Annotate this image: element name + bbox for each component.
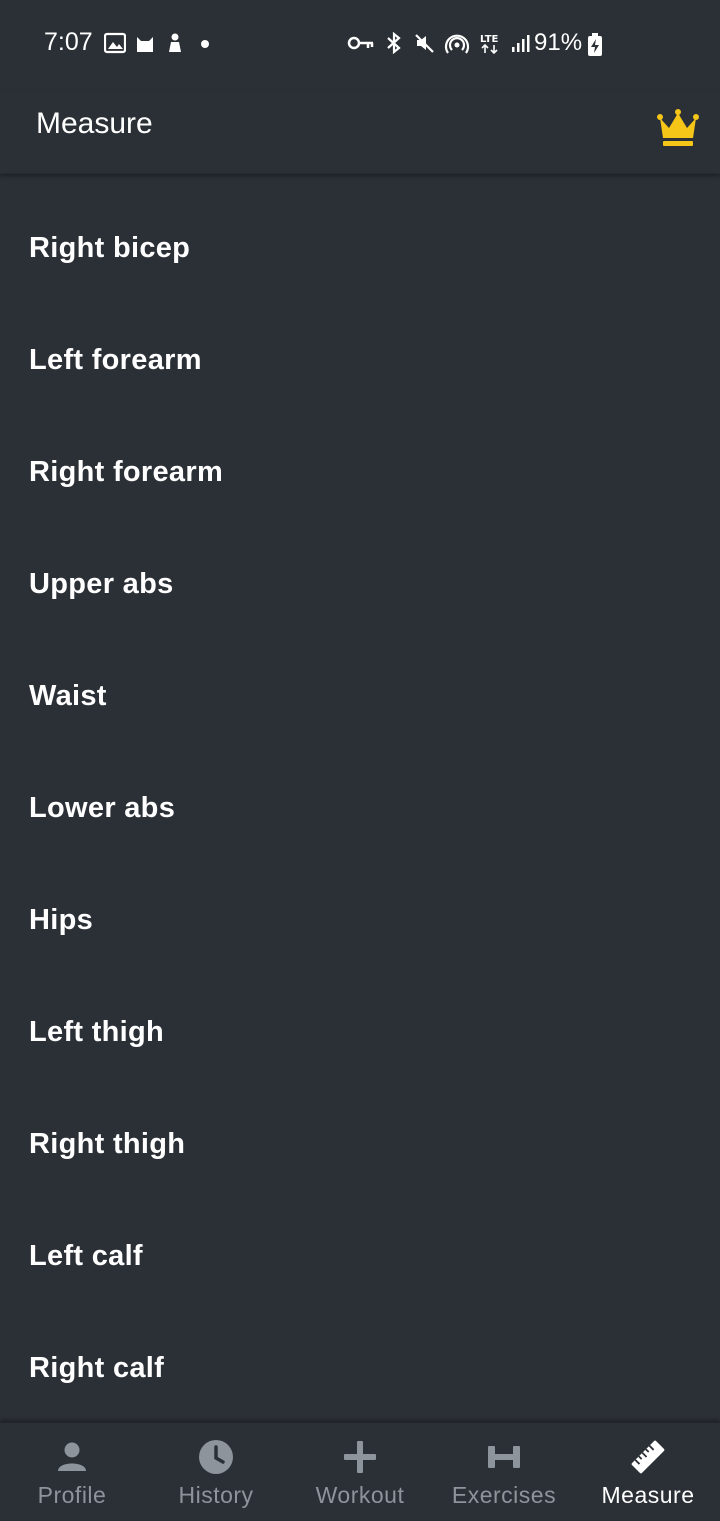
list-item[interactable]: Right thigh: [0, 1088, 720, 1200]
bluetooth-icon: [387, 32, 401, 54]
bottom-navigation: Profile History Workout Exercises Measur…: [0, 1422, 720, 1520]
dot-icon: [201, 40, 209, 48]
measurement-list: Right bicep Left forearm Right forearm U…: [0, 192, 720, 1424]
list-item-label: Left forearm: [29, 343, 202, 376]
list-item-label: Left thigh: [29, 1015, 165, 1048]
nav-item-measure[interactable]: Measure: [576, 1423, 720, 1521]
status-time: 7:07: [44, 28, 93, 56]
nav-item-history[interactable]: History: [144, 1423, 288, 1521]
list-item[interactable]: Upper abs: [0, 528, 720, 640]
list-item-label: Right calf: [29, 1351, 165, 1384]
hotspot-icon: [444, 34, 470, 54]
list-item-label: Waist: [29, 679, 107, 712]
nav-label: Profile: [37, 1482, 107, 1508]
nav-item-workout[interactable]: Workout: [288, 1423, 432, 1521]
list-item-label: Hips: [29, 903, 94, 936]
plus-icon: [344, 1441, 376, 1473]
list-item-label: Right bicep: [29, 231, 191, 264]
list-item[interactable]: Lower abs: [0, 752, 720, 864]
svg-text:LTE: LTE: [480, 34, 499, 45]
list-item[interactable]: Left calf: [0, 1200, 720, 1312]
signal-icon: [512, 35, 530, 52]
vpn-key-icon: [347, 36, 374, 50]
list-item[interactable]: Right forearm: [0, 416, 720, 528]
person-icon: [58, 1442, 86, 1471]
image-icon: [104, 32, 126, 54]
crown-icon: [657, 109, 699, 146]
status-notification-icons: [104, 32, 216, 54]
mute-icon: [415, 34, 434, 53]
lte-icon: LTE: [480, 34, 499, 54]
page-title: Measure: [36, 107, 153, 140]
nav-label: Workout: [315, 1482, 405, 1508]
list-item[interactable]: Right bicep: [0, 192, 720, 304]
list-item[interactable]: Waist: [0, 640, 720, 752]
list-item-label: Right thigh: [29, 1127, 186, 1160]
premium-button[interactable]: [654, 104, 702, 152]
list-item[interactable]: Left forearm: [0, 304, 720, 416]
ruler-icon: [631, 1440, 665, 1474]
status-bar: 7:07 LTE 91%: [0, 0, 720, 90]
nav-item-profile[interactable]: Profile: [0, 1423, 144, 1521]
cat-icon: [137, 37, 153, 52]
app-bar: Measure: [0, 90, 720, 174]
dumbbell-icon: [488, 1446, 520, 1468]
person-icon: [169, 33, 181, 52]
list-item[interactable]: Hips: [0, 864, 720, 976]
nav-item-exercises[interactable]: Exercises: [432, 1423, 576, 1521]
nav-label: Exercises: [451, 1482, 557, 1508]
list-item-label: Left calf: [29, 1239, 143, 1272]
list-item[interactable]: Left thigh: [0, 976, 720, 1088]
list-item-label: Upper abs: [29, 567, 174, 600]
battery-percent: 91%: [534, 29, 583, 56]
list-item-label: Lower abs: [29, 791, 176, 824]
clock-icon: [199, 1440, 233, 1474]
list-item-label: Right forearm: [29, 455, 224, 488]
nav-label: History: [178, 1482, 254, 1508]
list-item[interactable]: Right calf: [0, 1312, 720, 1424]
nav-label: Measure: [601, 1482, 695, 1508]
status-system-icons: LTE: [347, 32, 532, 54]
battery-charging-icon: [588, 33, 602, 56]
